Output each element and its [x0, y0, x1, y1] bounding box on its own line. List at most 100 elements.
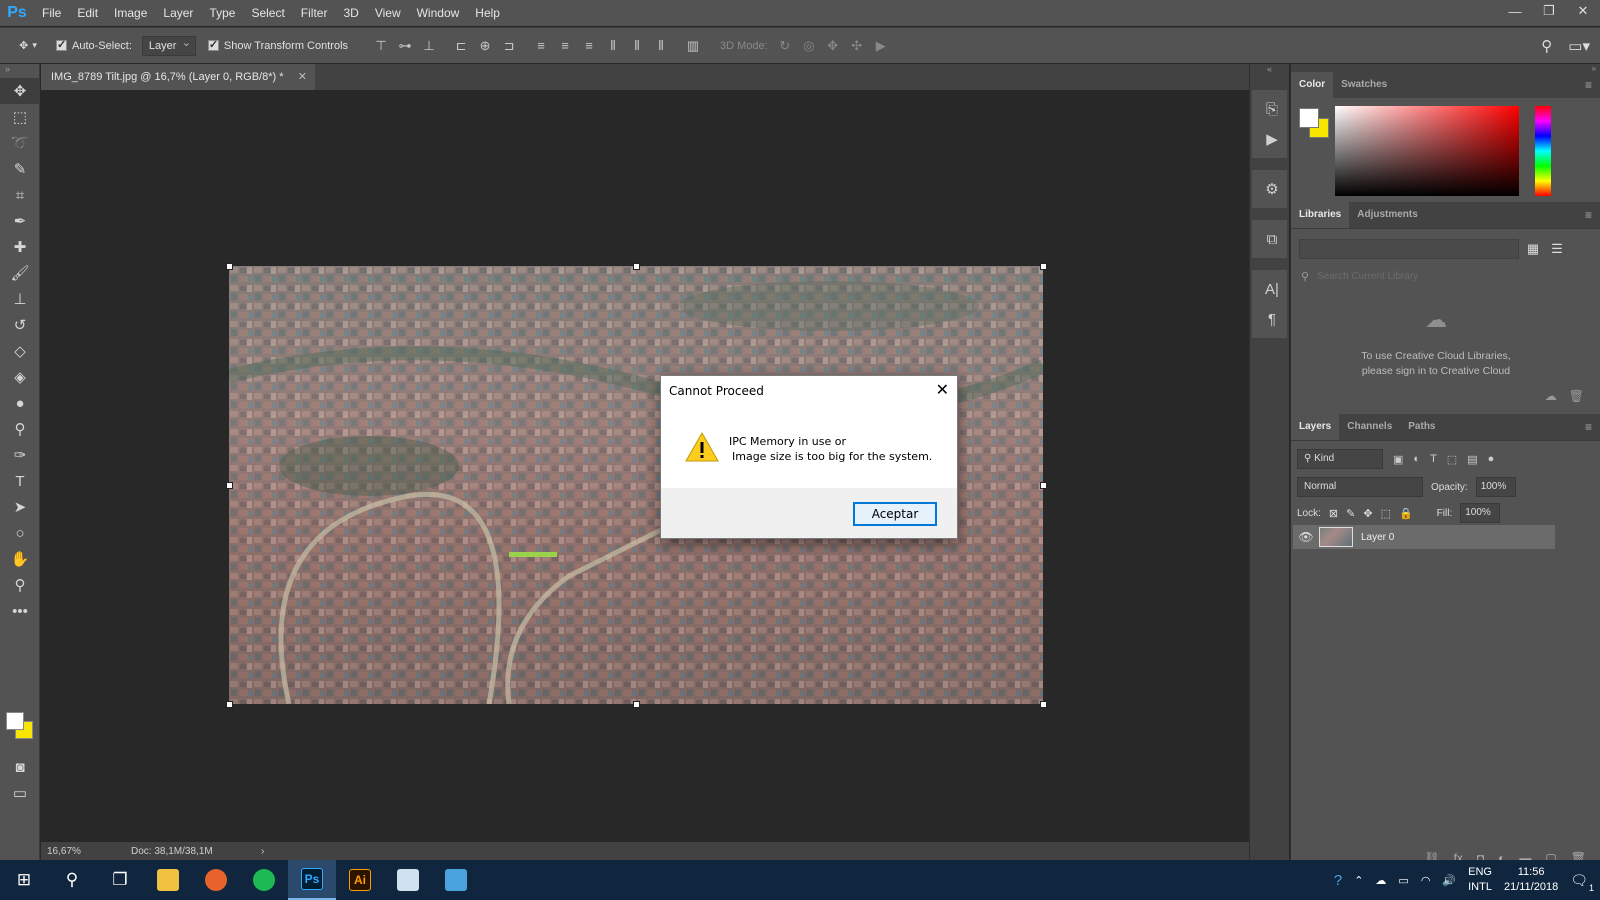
tab-libraries[interactable]: Libraries	[1291, 202, 1350, 228]
menu-select[interactable]: Select	[243, 0, 292, 26]
properties-icon[interactable]: ⚙	[1252, 174, 1292, 204]
battery-icon[interactable]: ▭	[1398, 874, 1408, 887]
3d-orbit-icon[interactable]: ↻	[776, 37, 794, 55]
panel-menu-icon[interactable]: ≡	[1585, 208, 1592, 222]
marquee-tool-icon[interactable]: ⬚	[0, 104, 40, 130]
quick-mask-icon[interactable]: ◙	[0, 754, 40, 780]
grid-view-icon[interactable]: ▦	[1523, 239, 1543, 259]
panel-menu-icon[interactable]: ≡	[1585, 420, 1592, 434]
distribute-left-icon[interactable]: ⦀	[604, 37, 622, 55]
pixel-filter-icon[interactable]: ▣	[1393, 453, 1403, 466]
3d-slide-icon[interactable]: ✣	[848, 37, 866, 55]
more-tools-icon[interactable]: •••	[0, 598, 40, 624]
wifi-icon[interactable]: ◠	[1421, 874, 1431, 887]
zoom-level[interactable]: 16,67%	[41, 846, 131, 857]
align-left-icon[interactable]: ⊏	[452, 37, 470, 55]
search-icon[interactable]: ⚲	[1541, 37, 1552, 55]
show-transform-checkbox[interactable]	[207, 38, 219, 51]
lock-transparent-icon[interactable]: ⊠	[1329, 507, 1338, 520]
align-right-icon[interactable]: ⊐	[500, 37, 518, 55]
type-filter-icon[interactable]: T	[1430, 453, 1437, 465]
color-foreground-swatch[interactable]	[1299, 108, 1319, 128]
illustrator-taskbar-icon[interactable]: Ai	[336, 860, 384, 900]
character-icon[interactable]: A|	[1252, 274, 1292, 304]
cc-sync-icon[interactable]: ☁	[1545, 389, 1557, 403]
menu-3d[interactable]: 3D	[335, 0, 366, 26]
transform-handle-tc[interactable]	[633, 263, 640, 270]
list-view-icon[interactable]: ☰	[1547, 239, 1567, 259]
menu-filter[interactable]: Filter	[293, 0, 336, 26]
library-search[interactable]: ⚲ Search Current Library	[1299, 267, 1589, 287]
accept-button[interactable]: Aceptar	[853, 502, 937, 526]
tab-color[interactable]: Color	[1291, 72, 1334, 98]
clock[interactable]: 11:56 21/11/2018	[1504, 865, 1558, 895]
distribute-hcenter-icon[interactable]: ⦀	[628, 37, 646, 55]
distribute-right-icon[interactable]: ⦀	[652, 37, 670, 55]
type-tool-icon[interactable]: T	[0, 468, 40, 494]
collapse-icon[interactable]: »	[0, 64, 39, 78]
menu-view[interactable]: View	[367, 0, 409, 26]
windows-start-icon[interactable]: ⊞	[0, 860, 48, 900]
brush-tool-icon[interactable]: 🖌	[0, 260, 40, 286]
tab-paths[interactable]: Paths	[1400, 414, 1443, 440]
stamp-tool-icon[interactable]: ⊥	[0, 286, 40, 312]
filter-toggle-icon[interactable]: ●	[1488, 453, 1495, 465]
zoom-tool-icon[interactable]: ⚲	[0, 572, 40, 598]
distribute-bottom-icon[interactable]: ≡	[580, 37, 598, 55]
transform-handle-bc[interactable]	[633, 701, 640, 708]
history-icon[interactable]: ⎘	[1252, 94, 1292, 124]
language-indicator[interactable]: ENG INTL	[1468, 865, 1492, 895]
dialog-close-icon[interactable]: ✕	[936, 380, 949, 399]
file-explorer-icon[interactable]	[144, 860, 192, 900]
ellipse-tool-icon[interactable]: ○	[0, 520, 40, 546]
document-tab[interactable]: IMG_8789 Tilt.jpg @ 16,7% (Layer 0, RGB/…	[41, 64, 315, 90]
paint-bucket-tool-icon[interactable]: ◈	[0, 364, 40, 390]
notification-icon[interactable]: 🗨 1	[1570, 872, 1594, 893]
actions-play-icon[interactable]: ▶	[1252, 124, 1292, 154]
menu-window[interactable]: Window	[409, 0, 468, 26]
menu-layer[interactable]: Layer	[155, 0, 201, 26]
tab-channels[interactable]: Channels	[1339, 414, 1400, 440]
screen-mode-icon[interactable]: ▭	[0, 780, 40, 806]
align-bottom-icon[interactable]: ⊥	[420, 37, 438, 55]
menu-file[interactable]: File	[34, 0, 69, 26]
dodge-tool-icon[interactable]: ⚲	[0, 416, 40, 442]
lock-position-icon[interactable]: ✥	[1363, 507, 1372, 520]
lock-artboard-icon[interactable]: ⬚	[1381, 507, 1391, 520]
workspace-icon[interactable]: ▭▾	[1568, 37, 1590, 55]
menu-image[interactable]: Image	[106, 0, 155, 26]
trash-icon[interactable]: 🗑	[1569, 389, 1584, 403]
panels-collapse-icon[interactable]: »	[1291, 64, 1600, 73]
task-view-icon[interactable]: ❐	[96, 860, 144, 900]
onedrive-icon[interactable]: ☁	[1375, 874, 1386, 887]
distribute-vcenter-icon[interactable]: ≡	[556, 37, 574, 55]
tab-adjustments[interactable]: Adjustments	[1349, 202, 1426, 228]
chevron-up-icon[interactable]: ⌃	[1354, 874, 1363, 887]
auto-select-checkbox[interactable]	[56, 38, 67, 51]
auto-select-option[interactable]: Auto-Select:	[56, 38, 132, 52]
panel-menu-icon[interactable]: ≡	[1585, 78, 1592, 92]
layer-row[interactable]: 👁 Layer 0	[1293, 525, 1555, 549]
transform-handle-mr[interactable]	[1040, 482, 1047, 489]
move-tool-icon[interactable]: ✥	[0, 78, 40, 104]
menu-type[interactable]: Type	[201, 0, 243, 26]
pen-tool-icon[interactable]: ✑	[0, 442, 40, 468]
align-hcenter-icon[interactable]: ⊕	[476, 37, 494, 55]
spotify-icon[interactable]	[240, 860, 288, 900]
notes-app-icon[interactable]	[384, 860, 432, 900]
3d-camera-icon[interactable]: ▶	[872, 37, 890, 55]
eraser-tool-icon[interactable]: ◇	[0, 338, 40, 364]
show-transform-option[interactable]: Show Transform Controls	[207, 38, 348, 52]
clone-source-icon[interactable]: ⧉	[1252, 224, 1292, 254]
restore-button[interactable]: ❐	[1532, 0, 1566, 22]
3d-pan-icon[interactable]: ✥	[824, 37, 842, 55]
photoshop-taskbar-icon[interactable]: Ps	[288, 860, 336, 900]
distribute-top-icon[interactable]: ≡	[532, 37, 550, 55]
transform-handle-tl[interactable]	[226, 263, 233, 270]
auto-select-dropdown[interactable]: Layer	[141, 34, 196, 56]
smart-object-filter-icon[interactable]: ▤	[1467, 453, 1477, 466]
minimize-button[interactable]: —	[1498, 0, 1532, 22]
blur-tool-icon[interactable]: ●	[0, 390, 40, 416]
hand-tool-icon[interactable]: ✋	[0, 546, 40, 572]
remote-desktop-icon[interactable]	[432, 860, 480, 900]
